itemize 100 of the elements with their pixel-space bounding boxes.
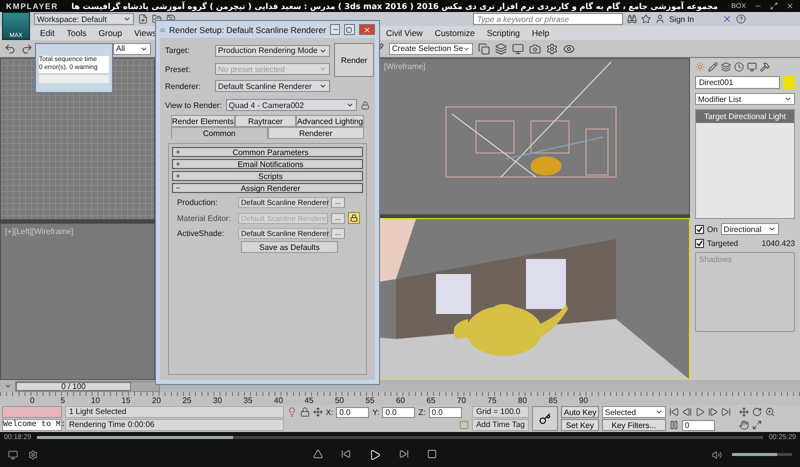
view-dropdown[interactable]: Quad 4 - Camera002 (226, 99, 358, 111)
display-icon[interactable] (747, 62, 757, 72)
previous-frame-icon[interactable] (682, 407, 692, 417)
time-tag-button[interactable]: Add Time Tag (472, 419, 530, 431)
tab[interactable]: Common (171, 127, 268, 139)
key-mode-dropdown[interactable]: Selected (602, 406, 666, 418)
lock-icon[interactable] (361, 100, 370, 110)
motion-icon[interactable] (734, 62, 744, 72)
go-to-end-icon[interactable] (720, 407, 731, 417)
binoculars-icon[interactable] (627, 14, 638, 24)
eject-icon[interactable] (313, 448, 323, 458)
screen-icon[interactable] (8, 450, 18, 460)
layers-icon[interactable] (495, 42, 507, 54)
volume-track[interactable] (732, 453, 792, 456)
frame-number: 30 (213, 396, 223, 405)
minimize-icon (332, 26, 339, 33)
transform-icon[interactable] (312, 407, 323, 417)
modify-icon[interactable] (708, 62, 718, 72)
menu-item[interactable]: Civil View (380, 28, 429, 38)
coordinate-field[interactable]: 0.0 (382, 406, 416, 418)
checkbox[interactable] (695, 239, 704, 248)
track-bar[interactable]: 0 5 10 15 20 25 30 35 40 45 50 55 60 65 70 75 80 85 90 (0, 392, 800, 405)
modifier-list-dropdown[interactable]: Modifier List (695, 93, 795, 105)
stop-icon[interactable] (427, 448, 437, 458)
maximize-icon[interactable] (770, 2, 778, 10)
progress-track[interactable] (37, 436, 763, 438)
new-file-icon[interactable] (138, 14, 148, 24)
settings-icon[interactable] (28, 450, 38, 460)
coordinate-field[interactable]: 0.0 (428, 406, 462, 418)
maximize-viewport-icon[interactable] (752, 420, 762, 430)
lock-icon[interactable] (300, 407, 310, 417)
hierarchy-icon[interactable] (721, 62, 731, 72)
key-icon (539, 412, 552, 424)
user-icon[interactable] (655, 14, 666, 24)
time-slider-thumb[interactable]: 0 / 100 (16, 382, 131, 390)
object-name-field[interactable]: Direct001 (695, 76, 780, 89)
tab[interactable]: Advanced Lighting (296, 115, 364, 127)
close-button[interactable] (358, 24, 375, 35)
bulb-icon[interactable] (286, 407, 297, 417)
tab[interactable]: Render Elements (171, 115, 235, 127)
pan-icon[interactable] (738, 407, 749, 417)
save-defaults-button[interactable]: Save as Defaults (241, 241, 338, 253)
volume-icon[interactable] (712, 450, 722, 460)
frame-number: 10 (91, 396, 101, 405)
render-setup-icon[interactable] (546, 42, 558, 54)
zoom-icon[interactable] (764, 407, 775, 417)
rollout-header[interactable]: Scripts (172, 171, 363, 181)
hand-icon[interactable] (738, 420, 749, 430)
menu-item[interactable]: Customize (428, 28, 481, 38)
key-filters-button[interactable]: Key Filters... (602, 419, 666, 431)
play-icon[interactable] (369, 448, 381, 460)
rollout-header[interactable]: Assign Renderer (172, 183, 363, 193)
selection-filter-dropdown[interactable]: All (113, 42, 151, 54)
light-type-dropdown[interactable]: Directional (720, 223, 779, 235)
star-icon[interactable] (641, 14, 652, 24)
rollout-header[interactable]: Email Notifications (172, 159, 363, 169)
render-frame-icon[interactable] (512, 42, 524, 54)
menu-item[interactable]: Scripting (480, 28, 526, 38)
help-icon[interactable] (736, 14, 746, 24)
tab[interactable]: Raytracer (234, 115, 296, 127)
checkbox[interactable] (695, 224, 704, 234)
dropdown[interactable]: Production Rendering Mode (215, 44, 330, 57)
auto-key-button[interactable]: Auto Key (560, 406, 599, 418)
render-icon[interactable] (529, 42, 541, 54)
orbit-icon[interactable] (752, 407, 762, 417)
close-icon[interactable] (786, 2, 794, 10)
object-color-swatch[interactable] (783, 76, 795, 89)
named-selection-dropdown[interactable]: Create Selection Se (389, 42, 473, 54)
play-icon[interactable] (694, 407, 705, 417)
menu-item[interactable]: Help (526, 28, 556, 38)
maximize-button[interactable] (344, 24, 355, 35)
next-frame-icon[interactable] (708, 407, 718, 417)
undo-icon[interactable] (4, 42, 16, 54)
sign-in-link[interactable]: Sign In (669, 14, 694, 24)
go-to-start-icon[interactable] (668, 407, 679, 417)
render-button[interactable]: Render (334, 43, 374, 77)
stack-item[interactable]: Target Directional Light (696, 110, 794, 123)
frame-number: 25 (182, 396, 192, 405)
set-key-button[interactable]: Set Key (560, 419, 599, 431)
menu-item[interactable]: Edit (34, 28, 61, 38)
coordinate-field[interactable]: 0.0 (336, 406, 370, 418)
menu-item[interactable]: Tools (60, 28, 92, 38)
horizontal-scrollbar[interactable] (39, 75, 109, 83)
rollout-header[interactable]: Common Parameters (172, 147, 363, 157)
workspace-dropdown[interactable]: Workspace: Default (34, 13, 134, 25)
minimize-button[interactable] (330, 24, 340, 35)
time-slider-track[interactable]: 0 / 100 (15, 380, 160, 392)
tab[interactable]: Renderer (268, 127, 364, 139)
dropdown[interactable]: Default Scanline Renderer (215, 80, 330, 92)
view-icon[interactable] (563, 42, 575, 54)
frame-number: 85 (548, 396, 558, 405)
search-field[interactable]: Type a keyword or phrase (473, 13, 624, 25)
next-icon[interactable] (399, 448, 409, 458)
utilities-icon[interactable] (760, 62, 770, 72)
redo-icon[interactable] (21, 42, 33, 54)
script-field[interactable] (2, 406, 62, 418)
menu-item[interactable]: Group (92, 28, 128, 38)
frame-field[interactable]: 0 (682, 420, 715, 430)
key-button[interactable] (532, 406, 558, 431)
close-icon[interactable] (722, 14, 732, 24)
